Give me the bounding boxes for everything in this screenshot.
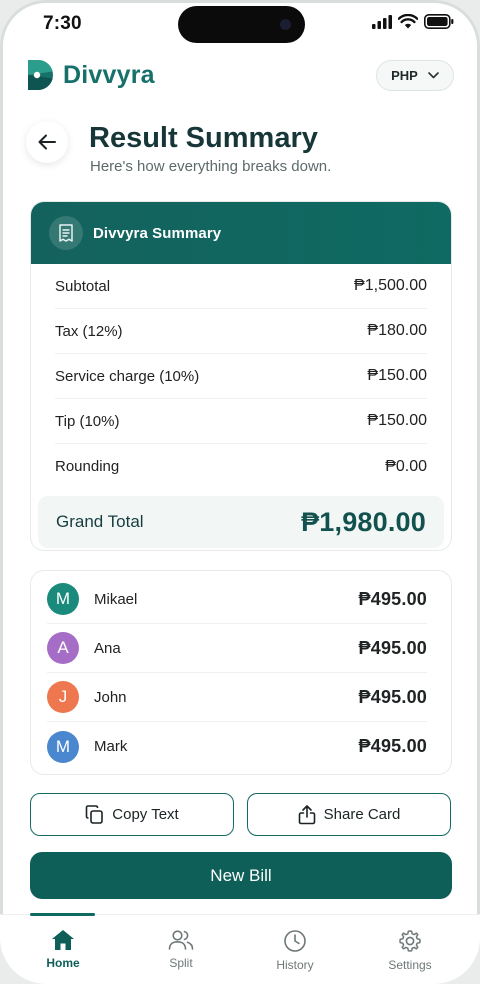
person-amount: ₱495.00: [358, 588, 427, 609]
arrow-left-icon: [38, 134, 56, 150]
tab-split[interactable]: Split: [136, 929, 226, 970]
share-icon: [298, 804, 315, 824]
divvyra-logo-icon: [28, 60, 53, 90]
row-label: Rounding: [55, 458, 120, 475]
tab-label: History: [276, 958, 314, 972]
home-icon: [52, 930, 74, 950]
grand-total-amount: ₱1,980.00: [301, 506, 426, 537]
avatar: M: [47, 730, 79, 763]
bottom-tab-bar: Home Split History Settings: [0, 913, 480, 984]
gear-icon: [399, 930, 421, 952]
tab-home[interactable]: Home: [18, 929, 108, 970]
person-row: M Mark ₱495.00: [47, 722, 427, 771]
summary-row-service-charge: Service charge (10%) ₱150.00: [55, 354, 427, 399]
summary-title: Divvyra Summary: [93, 224, 222, 242]
brand: Divvyra: [28, 60, 155, 90]
person-amount: ₱495.00: [358, 736, 427, 756]
person-amount: ₱495.00: [358, 637, 427, 658]
person-name: Ana: [94, 639, 121, 657]
page-title: Result Summary: [89, 122, 318, 154]
summary-card: Divvyra Summary Subtotal ₱1,500.00 Tax (…: [30, 201, 452, 551]
copy-text-button[interactable]: Copy Text: [30, 793, 234, 836]
tab-label: Home: [46, 956, 80, 970]
phone-screen: 7:30 Divvyra PHP Result Summary Here's h…: [0, 0, 480, 984]
users-icon: [168, 930, 194, 950]
grand-total-label: Grand Total: [56, 512, 144, 531]
row-label: Tax (12%): [55, 322, 123, 340]
people-breakdown-card: M Mikael ₱495.00 A Ana ₱495.00 J John ₱4…: [30, 570, 452, 775]
app-header: Divvyra PHP: [28, 58, 454, 94]
status-time: 7:30: [43, 13, 82, 34]
row-amount: ₱0.00: [385, 457, 427, 475]
summary-row-subtotal: Subtotal ₱1,500.00: [55, 264, 427, 309]
person-name: Mark: [94, 738, 128, 755]
row-amount: ₱150.00: [367, 412, 427, 429]
copy-text-label: Copy Text: [112, 806, 179, 823]
new-bill-button[interactable]: New Bill: [30, 852, 452, 899]
brand-name: Divvyra: [63, 60, 155, 89]
tab-settings[interactable]: Settings: [365, 929, 455, 972]
tab-history[interactable]: History: [250, 929, 340, 972]
battery-icon: [424, 14, 454, 29]
summary-header: Divvyra Summary: [31, 202, 451, 264]
tab-label: Settings: [388, 958, 432, 972]
currency-selector[interactable]: PHP: [376, 60, 454, 91]
signal-icon: [372, 14, 392, 29]
avatar: J: [47, 681, 79, 713]
grand-total-row: Grand Total ₱1,980.00: [38, 496, 444, 548]
share-card-button[interactable]: Share Card: [247, 793, 451, 836]
person-name: Mikael: [94, 590, 138, 608]
summary-row-rounding: Rounding ₱0.00: [55, 444, 427, 489]
copy-icon: [85, 805, 104, 824]
back-button[interactable]: [26, 121, 68, 163]
person-row: M Mikael ₱495.00: [47, 575, 427, 624]
summary-row-tax: Tax (12%) ₱180.00: [55, 309, 427, 354]
status-bar: 7:30: [0, 0, 480, 48]
summary-row-tip: Tip (10%) ₱150.00: [55, 399, 427, 444]
row-label: Service charge (10%): [55, 367, 200, 385]
avatar: M: [47, 583, 79, 615]
page-subtitle: Here's how everything breaks down.: [90, 158, 332, 175]
row-label: Tip (10%): [55, 412, 120, 430]
person-row: J John ₱495.00: [47, 673, 427, 722]
avatar: A: [47, 632, 79, 664]
chevron-down-icon: [428, 72, 439, 79]
receipt-icon: [49, 216, 83, 250]
wifi-icon: [398, 14, 418, 29]
row-amount: ₱150.00: [367, 367, 427, 384]
person-name: John: [94, 688, 127, 706]
tab-label: Split: [169, 956, 193, 970]
clock-icon: [284, 930, 306, 952]
active-tab-indicator: [30, 913, 95, 916]
row-label: Subtotal: [55, 277, 111, 295]
summary-rows: Subtotal ₱1,500.00 Tax (12%) ₱180.00 Ser…: [31, 264, 451, 489]
row-amount: ₱1,500.00: [354, 277, 427, 294]
dynamic-island: [178, 6, 305, 43]
share-card-label: Share Card: [323, 806, 401, 823]
camera-dot: [280, 19, 291, 30]
person-amount: ₱495.00: [358, 686, 427, 707]
person-row: A Ana ₱495.00: [47, 624, 427, 673]
row-amount: ₱180.00: [367, 322, 427, 339]
status-icons: [372, 14, 454, 29]
currency-label: PHP: [391, 68, 418, 83]
